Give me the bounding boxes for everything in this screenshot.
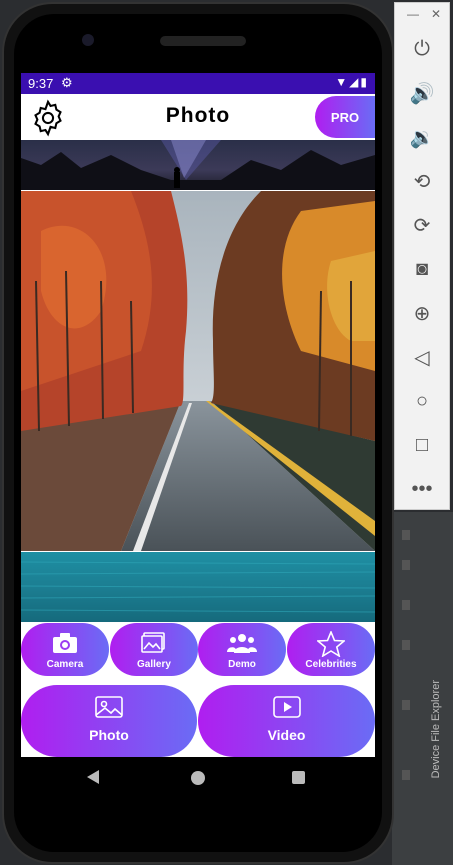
- power-icon[interactable]: ⏻: [395, 29, 449, 69]
- rotate-right-icon[interactable]: ⟳: [395, 205, 449, 245]
- category-row: Camera Gallery Demo Celebrities: [21, 623, 375, 679]
- earpiece-speaker: [160, 36, 246, 46]
- image-icon: [21, 695, 197, 722]
- front-camera: [82, 34, 94, 46]
- photo-button[interactable]: Photo: [21, 685, 197, 757]
- camera-icon: [21, 631, 109, 658]
- emulator-controls-panel: — ✕ ⏻ 🔊 🔉 ⟲ ⟳ ◙ ⊕ ◁ ○ □ •••: [394, 2, 450, 510]
- app-bar: Photo PRO: [21, 94, 375, 141]
- gallery-button[interactable]: Gallery: [110, 623, 198, 676]
- ocean-art: [21, 561, 375, 613]
- camera-label: Camera: [46, 659, 84, 670]
- pro-button[interactable]: PRO: [315, 96, 375, 138]
- night-sky-art: [21, 140, 375, 190]
- ide-gutter-mark: [402, 700, 410, 710]
- celebrities-label: Celebrities: [305, 659, 357, 670]
- video-button[interactable]: Video: [198, 685, 375, 757]
- photo-label: Photo: [89, 727, 129, 743]
- gallery-label: Gallery: [137, 659, 171, 670]
- home-icon[interactable]: [191, 771, 205, 785]
- ide-gutter-mark: [402, 600, 410, 610]
- ide-gutter-mark: [402, 560, 410, 570]
- demo-button[interactable]: Demo: [198, 623, 286, 676]
- status-settings-icon: ⚙: [61, 75, 73, 90]
- back-icon[interactable]: [87, 770, 99, 784]
- action-row: Photo Video: [21, 685, 375, 757]
- android-nav-bar: [21, 757, 375, 802]
- play-icon: [198, 695, 375, 722]
- gallery-icon: [110, 631, 198, 658]
- camera-button[interactable]: Camera: [21, 623, 109, 676]
- status-bar: 9:37 ⚙ ▼◢▮: [21, 73, 375, 94]
- volume-down-icon[interactable]: 🔉: [395, 117, 449, 157]
- banner-image-ocean[interactable]: [21, 552, 375, 622]
- banner-image-night-sky[interactable]: [21, 140, 375, 190]
- device-file-explorer-tab[interactable]: Device File Explorer: [430, 680, 442, 778]
- minimize-icon[interactable]: —: [407, 7, 419, 21]
- overview-button-icon[interactable]: □: [395, 425, 449, 465]
- ide-gutter-mark: [402, 640, 410, 650]
- rotate-left-icon[interactable]: ⟲: [395, 161, 449, 201]
- app-screen: 9:37 ⚙ ▼◢▮ Photo PRO Camera Gallery Demo…: [21, 73, 375, 757]
- close-icon[interactable]: ✕: [431, 7, 441, 21]
- status-time: 9:37: [28, 76, 54, 91]
- demo-label: Demo: [228, 659, 256, 670]
- video-label: Video: [267, 727, 306, 743]
- home-button-icon[interactable]: ○: [395, 381, 449, 421]
- status-signal-icons: ▼◢▮: [335, 75, 369, 89]
- more-icon[interactable]: •••: [395, 469, 449, 509]
- zoom-icon[interactable]: ⊕: [395, 293, 449, 333]
- screenshot-icon[interactable]: ◙: [395, 249, 449, 289]
- hero-image-autumn-road[interactable]: [21, 191, 375, 551]
- ide-gutter-mark: [402, 530, 410, 540]
- celebrities-button[interactable]: Celebrities: [287, 623, 375, 676]
- volume-up-icon[interactable]: 🔊: [395, 73, 449, 113]
- back-button-icon[interactable]: ◁: [395, 337, 449, 377]
- star-icon: [287, 629, 375, 660]
- people-icon: [198, 631, 286, 658]
- autumn-road-art: [21, 191, 375, 551]
- ide-gutter-mark: [402, 770, 410, 780]
- recents-icon[interactable]: [292, 771, 305, 784]
